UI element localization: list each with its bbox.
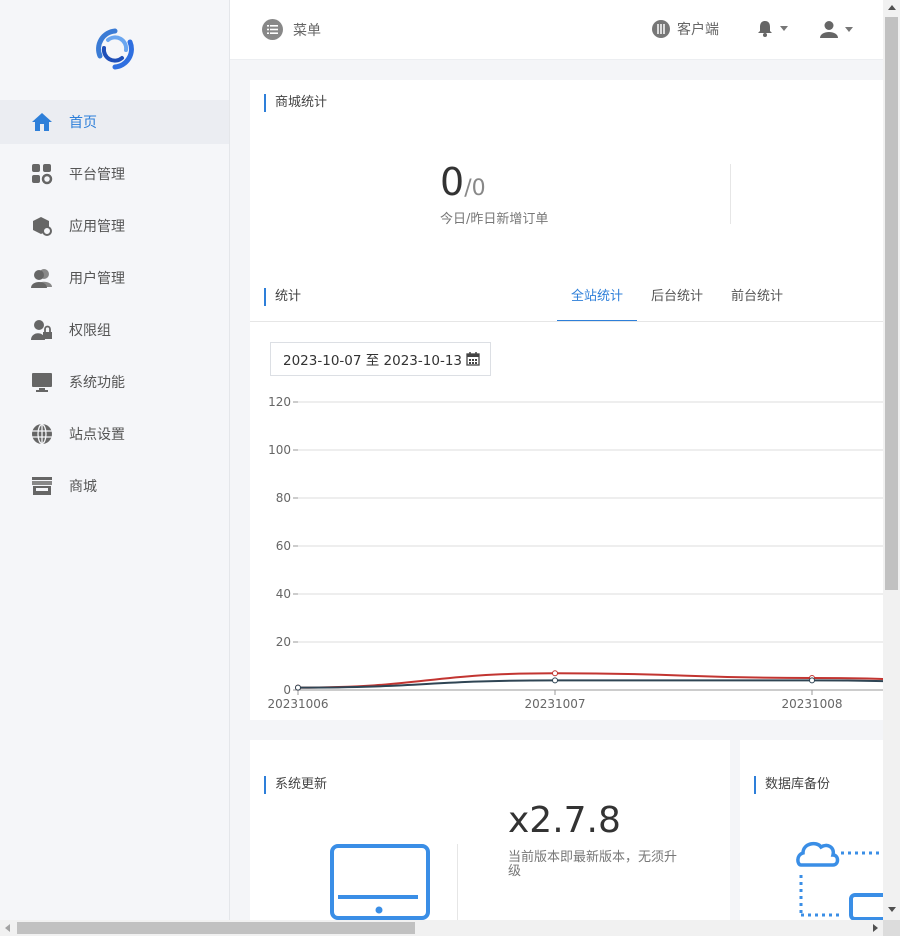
y-tick-label: 20	[276, 635, 291, 649]
date-range-picker[interactable]: 2023-10-07 至 2023-10-13	[270, 342, 491, 376]
list-icon	[262, 19, 283, 40]
sidebar-item-label: 站点设置	[69, 427, 125, 443]
sidebar-item-apps[interactable]: 应用管理	[0, 204, 229, 248]
scrollbar-thumb[interactable]	[17, 922, 415, 934]
sidebar-item-label: 应用管理	[69, 219, 125, 235]
sidebar-nav: 首页 平台管理 应用管理 用户管理 权限组 系统功能 站点设置 商城	[0, 100, 229, 516]
sidebar-item-site-settings[interactable]: 站点设置	[0, 412, 229, 456]
db-backup-title: 数据库备份	[754, 776, 830, 794]
sidebar: 首页 平台管理 应用管理 用户管理 权限组 系统功能 站点设置 商城	[0, 0, 230, 920]
globe-icon	[30, 422, 54, 446]
date-range-value: 2023-10-07 至 2023-10-13	[283, 353, 462, 369]
x-tick-label: 20231006	[267, 697, 328, 711]
version-note: 当前版本即最新版本，无须升级	[508, 850, 678, 879]
sidebar-item-label: 首页	[69, 115, 97, 131]
client-button[interactable]: 客户端	[652, 19, 719, 39]
stats-line-chart: 0 20 40 60 80 100 120 20231006 20231007 20231008	[267, 395, 883, 711]
data-point	[809, 677, 815, 684]
sidebar-item-label: 用户管理	[69, 271, 125, 287]
y-tick-label: 60	[276, 539, 291, 553]
chevron-down-icon	[780, 26, 788, 31]
grid-gear-icon	[30, 162, 54, 186]
bell-icon	[758, 21, 772, 37]
system-update-title: 系统更新	[264, 776, 327, 794]
tab-backend-stats[interactable]: 后台统计	[637, 287, 717, 322]
y-tick-label: 0	[283, 683, 291, 697]
vertical-scrollbar[interactable]	[883, 0, 900, 920]
divider	[730, 164, 731, 224]
y-tick-label: 100	[268, 443, 291, 457]
y-tick-label: 40	[276, 587, 291, 601]
sidebar-item-label: 商城	[69, 479, 97, 495]
menu-label: 菜单	[293, 22, 321, 39]
menu-button[interactable]: 菜单	[262, 19, 321, 40]
x-tick-label: 20231007	[524, 697, 585, 711]
user-dropdown[interactable]	[820, 20, 853, 38]
data-point	[552, 677, 558, 684]
scroll-down-icon[interactable]	[888, 907, 896, 912]
monitor-update-icon	[330, 844, 430, 920]
stats-title: 统计	[264, 288, 301, 306]
monitor-icon	[30, 370, 54, 394]
calendar-icon	[466, 352, 480, 366]
scroll-left-icon[interactable]	[5, 924, 10, 932]
scroll-right-icon[interactable]	[873, 924, 878, 932]
mall-stats-title: 商城统计	[264, 94, 327, 112]
horizontal-scrollbar[interactable]	[0, 920, 883, 936]
data-point	[552, 670, 558, 677]
main-content: 商城统计 0/0 今日/昨日新增订单 统计 全站统计 后台统计 前台统计 202…	[230, 60, 883, 920]
sidebar-item-system[interactable]: 系统功能	[0, 360, 229, 404]
chevron-down-icon	[845, 26, 853, 32]
order-count: 0/0	[440, 160, 486, 204]
data-point	[295, 684, 301, 691]
sidebar-item-home[interactable]: 首页	[0, 100, 229, 144]
divider	[457, 844, 458, 920]
cloud-backup-icon	[796, 841, 883, 920]
sidebar-item-users[interactable]: 用户管理	[0, 256, 229, 300]
system-update-panel: 系统更新	[250, 740, 730, 920]
order-count-label: 今日/昨日新增订单	[440, 212, 549, 227]
sidebar-item-platform[interactable]: 平台管理	[0, 152, 229, 196]
client-label: 客户端	[677, 22, 719, 38]
tab-underline	[250, 321, 883, 322]
scroll-up-icon[interactable]	[888, 5, 896, 10]
sidebar-item-mall[interactable]: 商城	[0, 464, 229, 508]
notifications-dropdown[interactable]	[757, 20, 788, 37]
x-tick-label: 20231008	[781, 697, 842, 711]
scrollbar-corner	[883, 920, 900, 936]
user-icon	[820, 21, 838, 38]
y-tick-label: 120	[268, 395, 291, 409]
home-icon	[30, 110, 54, 134]
store-icon	[30, 474, 54, 498]
order-count-today: 0	[440, 160, 465, 204]
sidebar-item-label: 权限组	[69, 323, 111, 339]
mall-stats-panel: 商城统计 0/0 今日/昨日新增订单 统计 全站统计 后台统计 前台统计 202…	[250, 80, 883, 720]
top-header: 菜单 客户端	[230, 0, 883, 60]
sidebar-item-label: 系统功能	[69, 375, 125, 391]
user-lock-icon	[30, 318, 54, 342]
sidebar-item-label: 平台管理	[69, 167, 125, 183]
scrollbar-thumb[interactable]	[885, 17, 898, 590]
version-number: x2.7.8	[508, 800, 621, 841]
box-gear-icon	[30, 214, 54, 238]
stats-tabs: 全站统计 后台统计 前台统计	[557, 287, 797, 322]
tab-frontend-stats[interactable]: 前台统计	[717, 287, 797, 322]
sidebar-item-permission-group[interactable]: 权限组	[0, 308, 229, 352]
sliders-icon	[652, 20, 670, 38]
tab-site-stats[interactable]: 全站统计	[557, 287, 638, 322]
users-icon	[30, 266, 54, 290]
logo[interactable]	[92, 26, 138, 72]
order-count-yesterday: /0	[464, 176, 486, 201]
y-tick-label: 80	[276, 491, 291, 505]
